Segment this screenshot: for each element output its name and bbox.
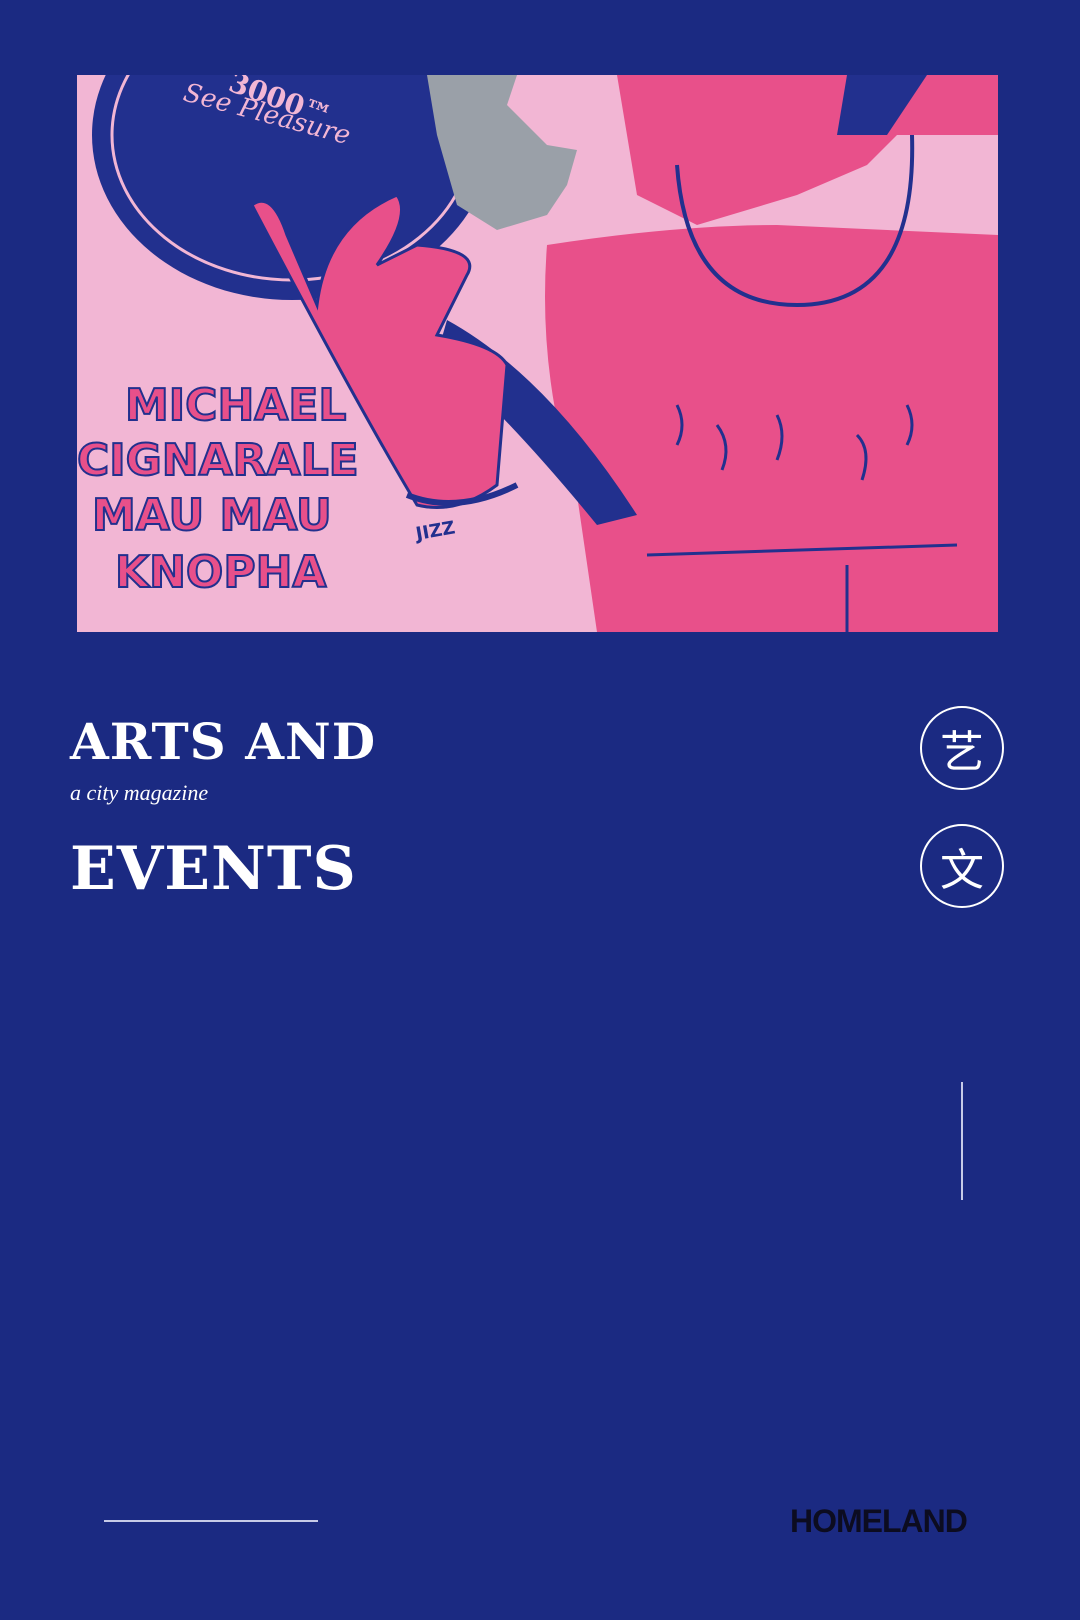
- cover-illustration: 3000™ See Pleasure JIZZ MICHAEL CIGNARAL…: [77, 75, 998, 632]
- tagline: a city magazine: [70, 780, 209, 805]
- figure-body: [545, 225, 998, 632]
- title-line-2: EVENTS: [70, 834, 357, 904]
- artist-name: KNOPHA: [115, 547, 326, 598]
- brand-logo: HOMELAND: [790, 1503, 968, 1539]
- illustration-svg: 3000™ See Pleasure JIZZ MICHAEL CIGNARAL…: [77, 75, 998, 632]
- artist-name: CIGNARALE: [77, 435, 359, 486]
- char-badge-yi: 艺: [920, 706, 1004, 790]
- artist-name: MAU MAU: [92, 490, 332, 541]
- title-line-1: ARTS AND: [70, 712, 377, 771]
- horizontal-divider: [104, 1520, 318, 1522]
- vertical-divider: [961, 1082, 963, 1200]
- artist-name: MICHAEL: [125, 380, 346, 431]
- char-badge-wen: 文: [920, 824, 1004, 908]
